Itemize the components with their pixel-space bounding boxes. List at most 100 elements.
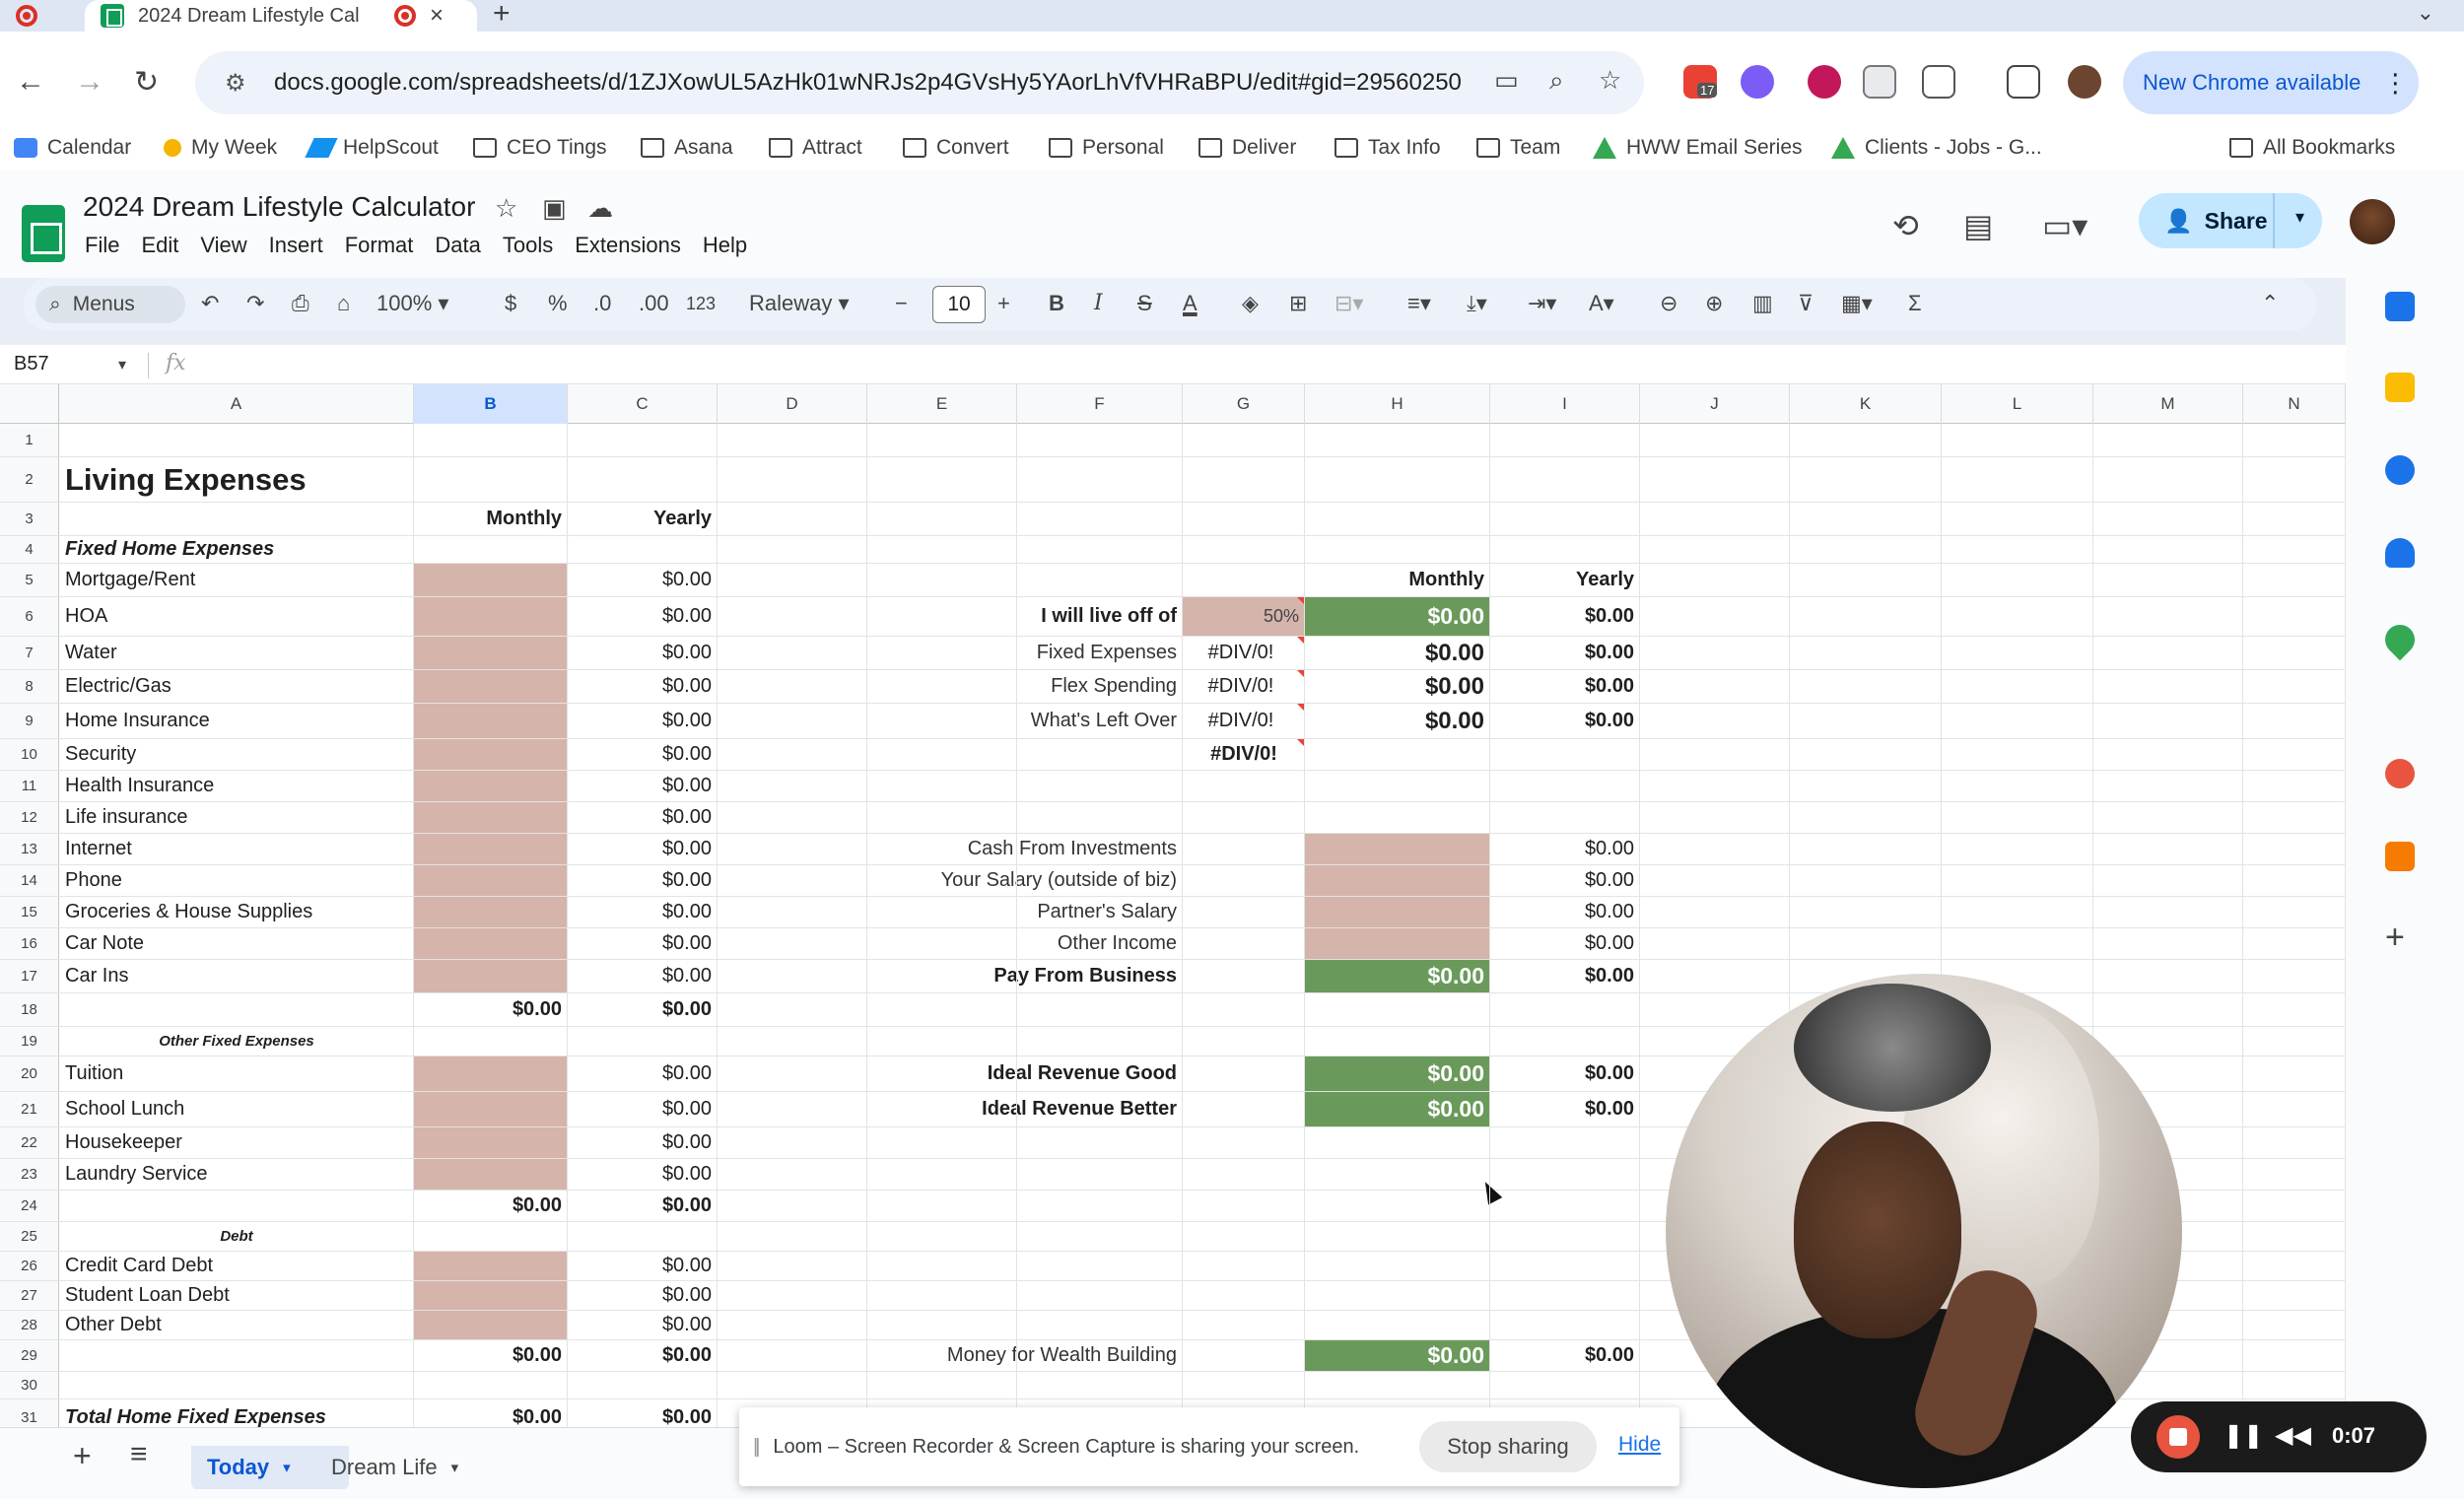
cell-g7[interactable]: #DIV/0! (1183, 637, 1305, 669)
menu-format[interactable]: Format (345, 233, 414, 258)
decrease-font-size-icon[interactable]: − (895, 291, 908, 316)
cell-a9[interactable]: Home Insurance (59, 704, 414, 738)
row-header[interactable]: 20 (0, 1056, 59, 1091)
loom-extension-icon[interactable] (1808, 65, 1841, 99)
cell-g6[interactable]: 50% (1183, 597, 1305, 636)
bookmark-asana[interactable]: Asana (641, 136, 733, 160)
cell-c22[interactable]: $0.00 (568, 1127, 718, 1158)
menu-help[interactable]: Help (703, 233, 747, 258)
tab-search-chevron-icon[interactable]: ⌄ (2417, 0, 2434, 26)
input-cell-fill[interactable] (414, 960, 568, 992)
row-header[interactable]: 1 (0, 424, 59, 456)
cell-a5[interactable]: Mortgage/Rent (59, 564, 414, 596)
cell-a28[interactable]: Other Debt (59, 1311, 414, 1339)
row-header[interactable]: 5 (0, 564, 59, 596)
cell-a13[interactable]: Internet (59, 834, 414, 864)
cell-a25[interactable]: Debt (59, 1222, 414, 1251)
strikethrough-icon[interactable]: S (1137, 291, 1152, 316)
italic-icon[interactable]: I (1094, 291, 1103, 315)
cell-f9[interactable]: What's Left Over (1017, 704, 1183, 738)
cell-a2[interactable]: Living Expenses (59, 457, 414, 502)
cell-i13[interactable]: $0.00 (1490, 834, 1640, 864)
name-box-dropdown-icon[interactable]: ▾ (118, 355, 126, 375)
input-cell-fill[interactable] (414, 1281, 568, 1310)
cell-a10[interactable]: Security (59, 739, 414, 770)
column-header-f[interactable]: F (1017, 384, 1183, 424)
input-cell-fill[interactable] (414, 1127, 568, 1158)
cell-i17[interactable]: $0.00 (1490, 960, 1640, 992)
comments-icon[interactable]: ▤ (1963, 207, 1993, 244)
gear-extension-icon[interactable] (1741, 65, 1774, 99)
cell-h8[interactable]: $0.00 (1305, 670, 1490, 703)
cell-c24[interactable]: $0.00 (568, 1191, 718, 1221)
cell-f20[interactable]: Ideal Revenue Good (988, 1056, 1183, 1091)
input-cell-fill[interactable] (1305, 834, 1490, 864)
get-addons-plus-icon[interactable]: + (2385, 919, 2405, 957)
menus-search[interactable]: ⌕ Menus (35, 286, 185, 323)
column-header-n[interactable]: N (2243, 384, 2346, 424)
cell-c12[interactable]: $0.00 (568, 802, 718, 833)
menu-tools[interactable]: Tools (503, 233, 553, 258)
forward-arrow-icon[interactable]: → (75, 65, 104, 99)
cell-h21[interactable]: $0.00 (1305, 1092, 1490, 1126)
cell-f15[interactable]: Partner's Salary (1017, 897, 1183, 927)
row-header[interactable]: 18 (0, 993, 59, 1026)
row-header[interactable]: 29 (0, 1340, 59, 1371)
cell-i15[interactable]: $0.00 (1490, 897, 1640, 927)
row-header[interactable]: 25 (0, 1222, 59, 1251)
cell-g9[interactable]: #DIV/0! (1183, 704, 1305, 738)
cell-h6[interactable]: $0.00 (1305, 597, 1490, 636)
input-cell-fill[interactable] (414, 1252, 568, 1280)
tasks-panel-icon[interactable] (2385, 455, 2415, 485)
row-header[interactable]: 11 (0, 771, 59, 801)
input-cell-fill[interactable] (414, 1159, 568, 1190)
row-header[interactable]: 19 (0, 1027, 59, 1056)
row-header[interactable]: 6 (0, 597, 59, 636)
cell-i21[interactable]: $0.00 (1490, 1092, 1640, 1126)
row-header[interactable]: 23 (0, 1159, 59, 1190)
bookmark-all-bookmarks[interactable]: All Bookmarks (2229, 136, 2395, 160)
calendar-panel-icon[interactable] (2385, 292, 2415, 321)
cell-c16[interactable]: $0.00 (568, 928, 718, 959)
font-size-input[interactable]: 10 (932, 286, 986, 323)
cell-g10[interactable]: #DIV/0! (1183, 739, 1305, 770)
site-settings-icon[interactable]: ⚙ (225, 69, 254, 98)
bookmark-star-icon[interactable]: ☆ (1599, 65, 1621, 96)
cell-a31[interactable]: Total Home Fixed Expenses (59, 1399, 414, 1427)
bookmark-calendar[interactable]: Calendar (14, 136, 131, 160)
webcam-bubble[interactable] (1666, 974, 2182, 1488)
vertical-align-icon[interactable]: ⤓▾ (1467, 291, 1487, 316)
decrease-decimal-button[interactable]: .0 (593, 291, 611, 316)
input-cell-fill[interactable] (414, 597, 568, 636)
keep-panel-icon[interactable] (2385, 373, 2415, 402)
print-icon[interactable]: ⎙ (292, 291, 309, 316)
rewind-icon[interactable]: ◀◀ (2275, 1421, 2311, 1450)
borders-icon[interactable]: ⊞ (1289, 291, 1307, 316)
menu-insert[interactable]: Insert (269, 233, 323, 258)
row-header[interactable]: 14 (0, 865, 59, 896)
cell-f14[interactable]: Your Salary (outside of biz) (941, 865, 1183, 896)
profile-avatar[interactable] (2068, 65, 2101, 99)
bookmark-tax-info[interactable]: Tax Info (1335, 136, 1441, 160)
name-box[interactable]: B57 (14, 353, 49, 375)
cell-c5[interactable]: $0.00 (568, 564, 718, 596)
filter-icon[interactable]: ⊽ (1798, 291, 1814, 316)
row-header[interactable]: 31 (0, 1399, 59, 1427)
cell-c20[interactable]: $0.00 (568, 1056, 718, 1091)
cell-a12[interactable]: Life insurance (59, 802, 414, 833)
row-header[interactable]: 24 (0, 1191, 59, 1221)
font-family-select[interactable]: Raleway ▾ (749, 291, 850, 316)
cell-h29[interactable]: $0.00 (1305, 1340, 1490, 1371)
column-header-e[interactable]: E (867, 384, 1017, 424)
row-header[interactable]: 10 (0, 739, 59, 770)
stop-sharing-button[interactable]: Stop sharing (1419, 1421, 1597, 1472)
cell-a26[interactable]: Credit Card Debt (59, 1252, 414, 1280)
document-extension-icon[interactable] (1863, 65, 1896, 99)
cell-c27[interactable]: $0.00 (568, 1281, 718, 1310)
cell-c21[interactable]: $0.00 (568, 1092, 718, 1126)
fill-color-icon[interactable]: ◈ (1242, 291, 1259, 316)
select-all-corner[interactable] (0, 384, 59, 424)
menu-view[interactable]: View (200, 233, 246, 258)
cell-b18[interactable]: $0.00 (414, 993, 568, 1026)
camera-icon[interactable]: ▭ (1494, 65, 1519, 96)
